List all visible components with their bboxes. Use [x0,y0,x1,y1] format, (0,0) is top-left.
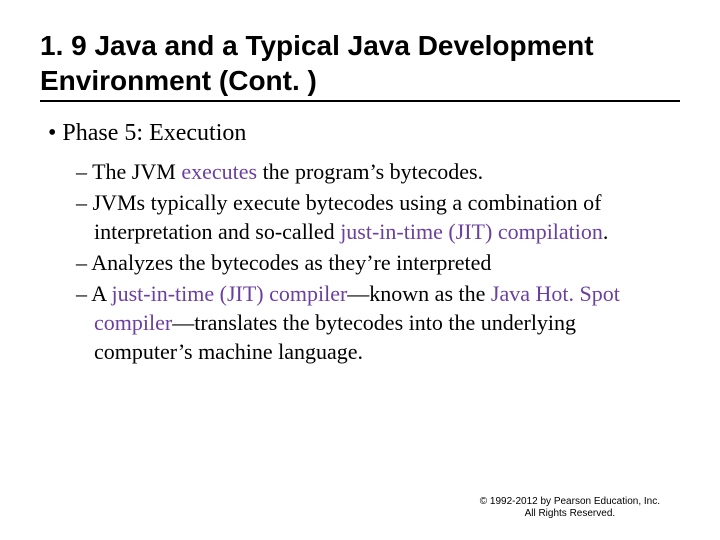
text: – A [76,281,111,306]
copyright-footer: © 1992-2012 by Pearson Education, Inc. A… [480,496,660,520]
keyword-executes: executes [181,159,257,184]
sub-bullet-4: – A just-in-time (JIT) compiler—known as… [76,279,680,366]
slide-title: 1. 9 Java and a Typical Java Development… [40,28,680,102]
copyright-line2: All Rights Reserved. [480,508,660,520]
sub-bullet-2: – JVMs typically execute bytecodes using… [76,188,680,246]
copyright-line1: © 1992-2012 by Pearson Education, Inc. [480,496,660,508]
text: the program’s bytecodes. [257,159,483,184]
bullet-phase5: • Phase 5: Execution [48,120,680,147]
sub-bullet-3: – Analyzes the bytecodes as they’re inte… [76,248,680,277]
text: – The JVM [76,159,181,184]
text: . [603,219,609,244]
slide: 1. 9 Java and a Typical Java Development… [0,0,720,540]
text: —known as the [347,281,491,306]
sub-bullet-list: – The JVM executes the program’s bytecod… [76,157,680,366]
keyword-jit-compilation: just-in-time (JIT) compilation [340,219,603,244]
sub-bullet-1: – The JVM executes the program’s bytecod… [76,157,680,186]
keyword-jit-compiler: just-in-time (JIT) compiler [111,281,347,306]
